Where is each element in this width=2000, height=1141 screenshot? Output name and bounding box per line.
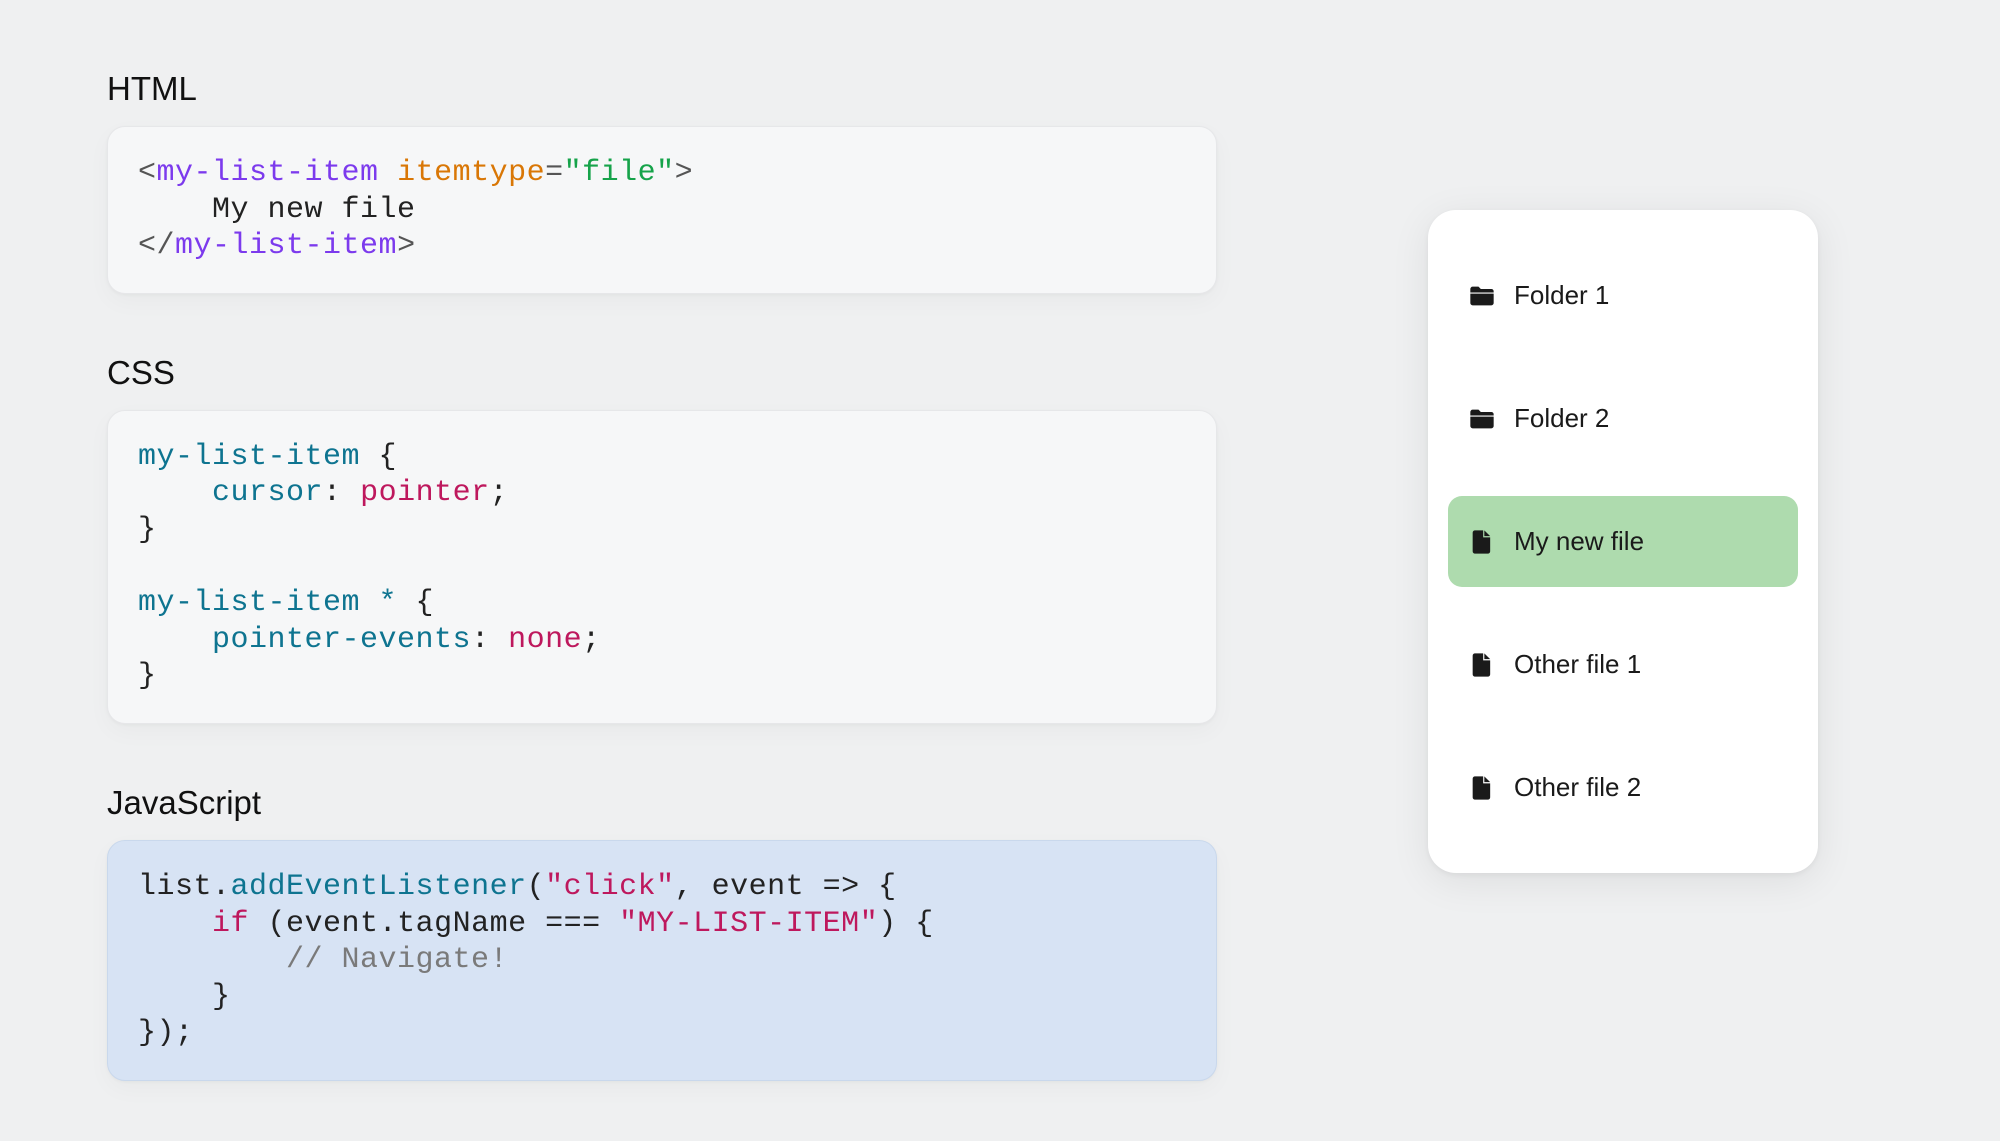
list-item[interactable]: Folder 2 — [1448, 373, 1798, 464]
code-line: } — [138, 512, 1186, 549]
list-item[interactable]: Folder 1 — [1448, 250, 1798, 341]
list-item[interactable]: Other file 2 — [1448, 742, 1798, 833]
code-line: }); — [138, 1015, 1186, 1052]
code-block-css: my-list-item { cursor: pointer; } my-lis… — [107, 410, 1217, 724]
list-item[interactable]: Other file 1 — [1448, 619, 1798, 710]
code-line: list.addEventListener("click", event => … — [138, 869, 1186, 906]
list-item-label: Folder 1 — [1514, 280, 1609, 311]
code-line: // Navigate! — [138, 942, 1186, 979]
folder-icon — [1468, 405, 1496, 433]
section-heading-javascript: JavaScript — [107, 784, 1217, 822]
list-item-label: Other file 1 — [1514, 649, 1641, 680]
section-css: CSS my-list-item { cursor: pointer; } my… — [107, 354, 1217, 724]
list-item-label: Other file 2 — [1514, 772, 1641, 803]
section-heading-css: CSS — [107, 354, 1217, 392]
section-heading-html: HTML — [107, 70, 1217, 108]
code-line: if (event.tagName === "MY-LIST-ITEM") { — [138, 906, 1186, 943]
list-item-label: Folder 2 — [1514, 403, 1609, 434]
code-line: pointer-events: none; — [138, 622, 1186, 659]
code-line: <my-list-item itemtype="file"> — [138, 155, 1186, 192]
file-list-panel: Folder 1 Folder 2 My new file Other file… — [1428, 210, 1818, 873]
file-icon — [1468, 651, 1496, 679]
code-line: my-list-item * { — [138, 585, 1186, 622]
list-item-label: My new file — [1514, 526, 1644, 557]
code-line — [138, 549, 1186, 586]
section-javascript: JavaScript list.addEventListener("click"… — [107, 784, 1217, 1081]
file-icon — [1468, 774, 1496, 802]
code-line: </my-list-item> — [138, 228, 1186, 265]
file-icon — [1468, 528, 1496, 556]
code-line: } — [138, 658, 1186, 695]
code-block-html: <my-list-item itemtype="file"> My new fi… — [107, 126, 1217, 294]
list-item[interactable]: My new file — [1448, 496, 1798, 587]
code-line: } — [138, 979, 1186, 1016]
code-line: my-list-item { — [138, 439, 1186, 476]
section-html: HTML <my-list-item itemtype="file"> My n… — [107, 70, 1217, 294]
code-line: cursor: pointer; — [138, 475, 1186, 512]
code-line: My new file — [138, 192, 1186, 229]
folder-icon — [1468, 282, 1496, 310]
code-block-javascript: list.addEventListener("click", event => … — [107, 840, 1217, 1081]
